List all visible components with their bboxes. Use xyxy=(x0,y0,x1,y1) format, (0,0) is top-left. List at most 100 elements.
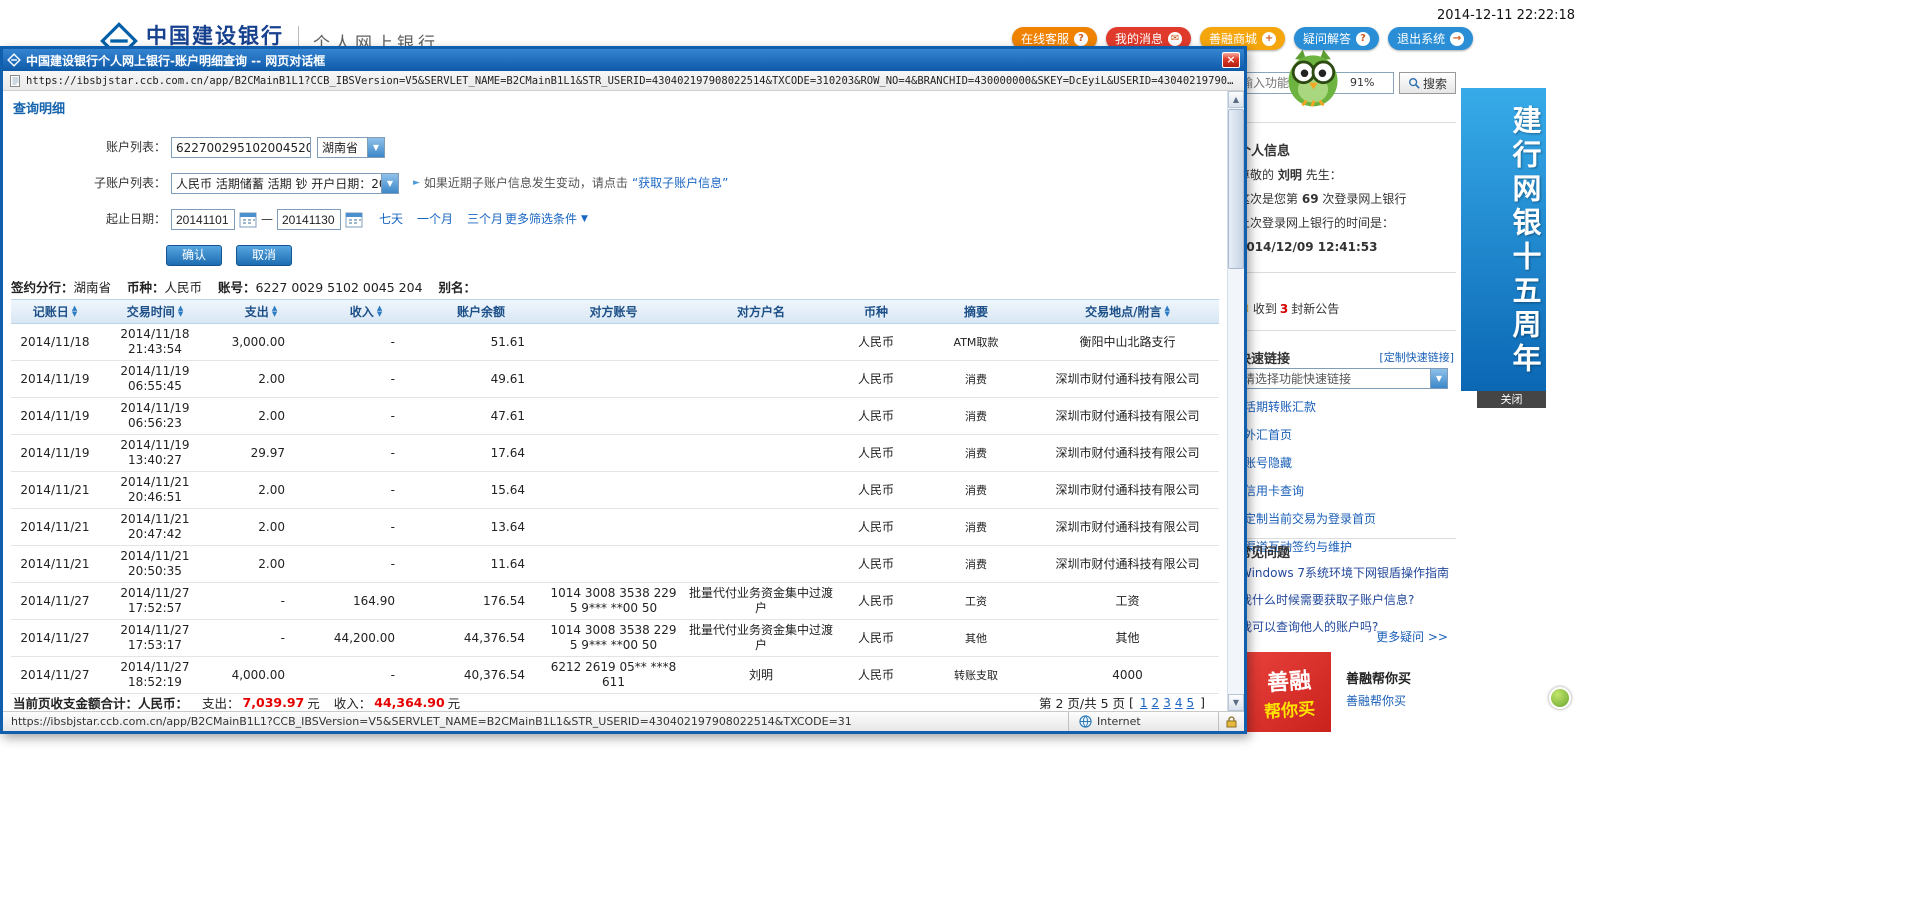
date-to-input[interactable] xyxy=(277,209,341,230)
page-link[interactable]: 5 xyxy=(1186,696,1194,710)
col-counterparty-account: 对方账号 xyxy=(589,305,638,319)
more-questions-link[interactable]: 更多疑问 >> xyxy=(1376,628,1448,645)
vertical-scrollbar[interactable]: ▲ ▼ xyxy=(1227,91,1244,711)
subaccount-select[interactable]: 人民币 活期储蓄 活期 钞 开户日期：20060530 ▼ xyxy=(171,173,399,194)
login-count: 69 xyxy=(1301,192,1319,206)
col-transaction-time[interactable]: 交易时间 ▲ ▼ xyxy=(99,303,211,320)
sidebar-divider xyxy=(1236,538,1456,539)
cancel-button[interactable]: 取消 xyxy=(236,245,292,266)
cell-posting-date: 2014/11/21 xyxy=(20,482,90,497)
col-location[interactable]: 交易地点/附言 ▲ ▼ xyxy=(1036,303,1219,320)
scroll-down-icon[interactable]: ▼ xyxy=(1228,694,1244,711)
account-select[interactable]: 6227002951020045204 xyxy=(171,137,311,158)
cell-counterparty-name xyxy=(686,414,836,418)
faq-link[interactable]: 我什么时候需要获取子账户信息? xyxy=(1240,591,1449,608)
col-posting-date[interactable]: 记账日 ▲ ▼ xyxy=(11,303,99,320)
header-quick-button[interactable]: 退出系统 → xyxy=(1388,27,1474,50)
customize-quick-links[interactable]: [定制快速链接] xyxy=(1379,349,1454,365)
page-link[interactable]: 4 xyxy=(1175,696,1183,710)
branch-value: 湖南省 xyxy=(73,280,112,295)
quick-link[interactable]: 活期转账汇款 xyxy=(1244,398,1376,415)
button-glyph-icon: + xyxy=(1262,31,1277,46)
promo-line1: 善融 xyxy=(1266,667,1312,696)
calendar-icon[interactable] xyxy=(345,211,363,228)
cell-inflow: - xyxy=(390,371,395,386)
dialog-content: 查询明细 账户列表： 6227002951020045204 湖南省 ▼ 子账户… xyxy=(3,91,1244,711)
qq-icon[interactable] xyxy=(1549,687,1571,709)
calendar-icon[interactable] xyxy=(239,211,257,228)
cell-currency: 人民币 xyxy=(857,334,894,349)
col-inflow[interactable]: 收入 ▲ ▼ xyxy=(311,303,421,320)
cell-balance: 47.61 xyxy=(490,408,525,423)
account-info-line: 签约分行：湖南省 币种：人民币 账号：6227 0029 5102 0045 2… xyxy=(11,280,477,295)
cell-counterparty-account xyxy=(541,340,686,344)
dialog-address-bar: https://ibsbjstar.ccb.com.cn/app/B2CMain… xyxy=(3,71,1244,91)
cell-counterparty-account xyxy=(541,562,686,566)
cell-outflow: 3,000.00 xyxy=(231,334,285,349)
anniversary-banner-text: 建行网银十五周年 xyxy=(1508,105,1542,377)
scroll-up-icon[interactable]: ▲ xyxy=(1228,91,1244,108)
new-notices-line[interactable]: ✉收到3封新公告 xyxy=(1238,300,1339,317)
page-link[interactable]: 3 xyxy=(1163,696,1171,710)
dialog-titlebar[interactable]: 中国建设银行个人网上银行-账户明细查询 -- 网页对话框 × xyxy=(3,49,1244,71)
quick-link[interactable]: 定制当前交易为登录首页 xyxy=(1244,510,1376,527)
dialog-statusbar: https://ibsbjstar.ccb.com.cn/app/B2CMain… xyxy=(3,711,1244,731)
table-row: 2014/11/19 2014/11/19 06:56:23 2.00 - 47.… xyxy=(11,398,1219,435)
table-row: 2014/11/19 2014/11/19 06:55:45 2.00 - 49.… xyxy=(11,361,1219,398)
promo-banner[interactable]: 善融 帮你买 xyxy=(1247,652,1331,732)
table-row: 2014/11/27 2014/11/27 17:52:57 - 164.90 1… xyxy=(11,583,1219,620)
cell-outflow: 2.00 xyxy=(258,371,285,386)
quick-link[interactable]: 账号隐藏 xyxy=(1244,454,1376,471)
cell-balance: 11.64 xyxy=(490,556,525,571)
page-link[interactable]: 2 xyxy=(1152,696,1160,710)
page-link[interactable]: 1 xyxy=(1140,696,1148,710)
province-select[interactable]: 湖南省 ▼ xyxy=(317,137,385,158)
banner-close-button[interactable]: 关闭 xyxy=(1477,391,1546,408)
promo-link[interactable]: 善融帮你买 xyxy=(1346,692,1406,709)
col-outflow[interactable]: 支出 ▲ ▼ xyxy=(211,303,311,320)
date-from-input[interactable] xyxy=(171,209,235,230)
cell-currency: 人民币 xyxy=(857,371,894,386)
range-shortcut-link[interactable]: 三个月 xyxy=(467,209,503,230)
confirm-button[interactable]: 确认 xyxy=(166,245,222,266)
scrollbar-thumb[interactable] xyxy=(1228,109,1244,269)
dialog-url[interactable]: https://ibsbjstar.ccb.com.cn/app/B2CMain… xyxy=(26,75,1238,87)
cell-currency: 人民币 xyxy=(857,482,894,497)
range-shortcut-link[interactable]: 一个月 xyxy=(417,209,453,230)
cell-currency: 人民币 xyxy=(857,519,894,534)
cell-location: 衡阳中山北路支行 xyxy=(1079,334,1176,349)
account-select-value: 6227002951020045204 xyxy=(176,140,310,155)
faq-link[interactable]: Windows 7系统环境下网银盾操作指南 xyxy=(1240,564,1449,581)
cell-transaction-time: 2014/11/21 20:47:42 xyxy=(120,512,190,541)
sidebar-divider xyxy=(1236,272,1456,273)
cell-transaction-time: 2014/11/27 17:53:17 xyxy=(120,623,190,652)
table-header: 记账日 ▲ ▼ 交易时间 ▲ ▼ 支出 ▲ ▼ 收入 ▲ ▼ 账户余额 对方账号 对方户名 币种… xyxy=(11,299,1219,324)
search-progress-badge: 91% xyxy=(1350,76,1375,89)
cell-location: 4000 xyxy=(1112,667,1143,682)
quick-link[interactable]: 外汇首页 xyxy=(1244,426,1376,443)
quick-link-select[interactable]: 请选择功能快速链接 ▼ xyxy=(1238,368,1448,389)
range-shortcut-link[interactable]: 七天 xyxy=(379,209,403,230)
cell-balance: 176.54 xyxy=(483,593,525,608)
table-body: 2014/11/18 2014/11/18 21:43:54 3,000.00 -… xyxy=(11,324,1219,694)
cell-counterparty-account xyxy=(541,525,686,529)
get-subaccount-link[interactable]: “获取子账户信息” xyxy=(632,173,728,194)
close-icon[interactable]: × xyxy=(1222,52,1240,68)
bank-name-cn: 中国建设银行 xyxy=(146,24,284,48)
header-quick-button[interactable]: 疑问解答 ? xyxy=(1294,27,1380,50)
anniversary-banner[interactable]: 建行网银十五周年 xyxy=(1461,88,1546,391)
search-button[interactable]: 搜索 xyxy=(1399,72,1456,94)
cell-counterparty-account: 6212 2619 05** ***8 611 xyxy=(550,660,677,689)
cell-counterparty-account xyxy=(541,488,686,492)
subaccount-select-value: 人民币 活期储蓄 活期 钞 开户日期：20060530 xyxy=(176,177,381,191)
table-row: 2014/11/21 2014/11/21 20:50:35 2.00 - 11.… xyxy=(11,546,1219,583)
cell-balance: 15.64 xyxy=(490,482,525,497)
cell-memo: 消费 xyxy=(965,557,987,571)
cell-transaction-time: 2014/11/19 06:56:23 xyxy=(120,401,190,430)
date-range-shortcuts: 七天 一个月 三个月 xyxy=(379,209,503,230)
cell-outflow: 2.00 xyxy=(258,482,285,497)
more-filters[interactable]: 更多筛选条件 ▼ xyxy=(505,209,588,230)
search-button-label: 搜索 xyxy=(1422,76,1447,91)
cell-posting-date: 2014/11/27 xyxy=(20,630,90,645)
quick-link[interactable]: 信用卡查询 xyxy=(1244,482,1376,499)
